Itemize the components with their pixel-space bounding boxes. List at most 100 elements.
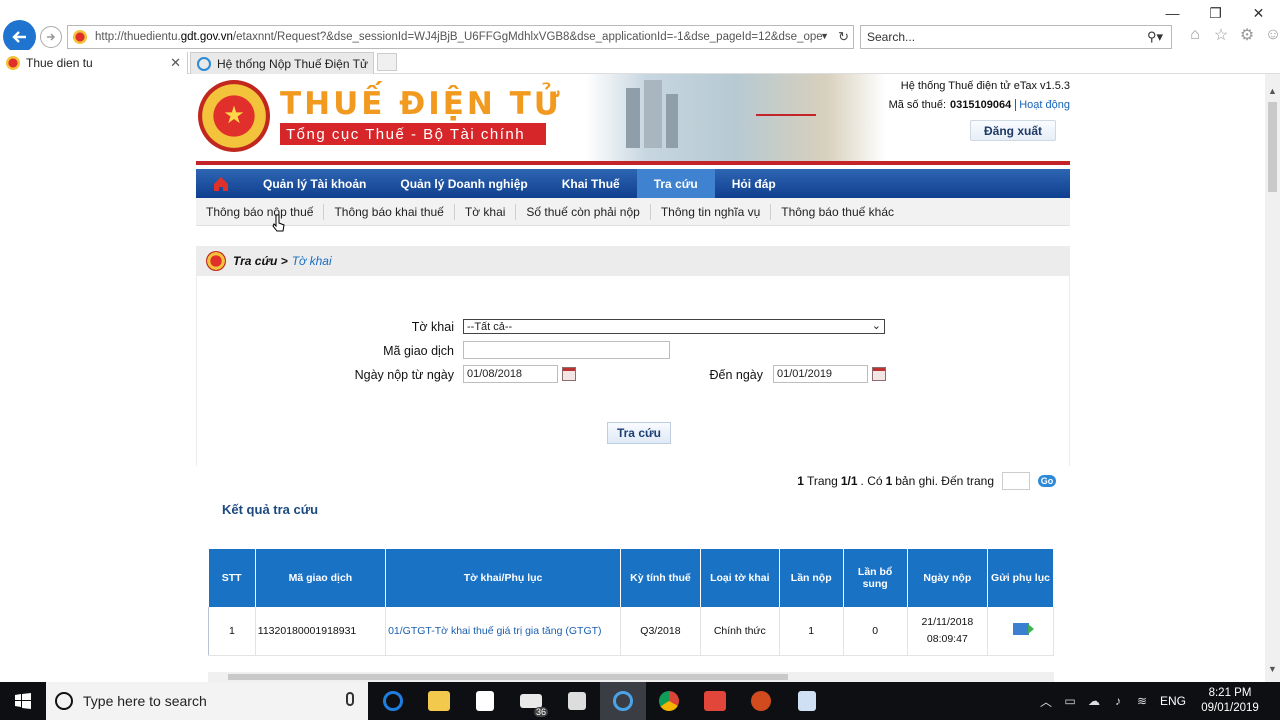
- tra-cuu-button[interactable]: Tra cứu: [607, 422, 671, 444]
- wifi-icon[interactable]: ≋: [1130, 694, 1154, 708]
- back-button[interactable]: [3, 20, 36, 53]
- pager: 1 Trang 1/1 . Có 1 bản ghi. Đến trang Go: [196, 466, 1070, 496]
- nav-quan-ly-doanh-nghiep[interactable]: Quản lý Doanh nghiệp: [383, 169, 544, 198]
- taskbar-search[interactable]: Type here to search: [46, 682, 368, 720]
- cell-gui-phu-luc[interactable]: [987, 607, 1054, 656]
- url-text[interactable]: http://thuedientu.gdt.gov.vn/etaxnnt/Req…: [95, 31, 823, 43]
- battery-icon[interactable]: ▭: [1058, 694, 1082, 708]
- chrome-app[interactable]: [646, 682, 692, 720]
- nav-tra-cuu[interactable]: Tra cứu: [636, 169, 715, 198]
- restore-icon[interactable]: ❐: [1194, 2, 1237, 24]
- file-explorer-app[interactable]: [416, 682, 462, 720]
- apps-app[interactable]: [554, 682, 600, 720]
- tu-ngay-label: Ngày nộp từ ngày: [354, 368, 454, 382]
- tab-thue-dien-tu[interactable]: Thue dien tu ✕: [0, 52, 188, 74]
- forward-button[interactable]: [40, 26, 62, 48]
- close-tab-icon[interactable]: ✕: [170, 55, 181, 71]
- microphone-icon[interactable]: [346, 692, 354, 706]
- subnav-thong-bao-thue-khac[interactable]: Thông báo thuế khác: [771, 204, 904, 220]
- home-icon[interactable]: ⌂: [1186, 26, 1204, 44]
- ma-giao-dich-label: Mã giao dịch: [383, 344, 454, 358]
- store-app[interactable]: [462, 682, 508, 720]
- windows-taskbar: Type here to search 36 ︿ ▭ ☁ ♪ ≋ ENG 8:2…: [0, 682, 1280, 720]
- subnav-to-khai[interactable]: Tờ khai: [455, 203, 517, 220]
- address-dropdown-icon[interactable]: ▼: [820, 31, 829, 41]
- cell-lan-bo-sung: 0: [843, 607, 908, 656]
- chrome-icon: [659, 691, 679, 711]
- tab-label: Hệ thống Nộp Thuế Điện Tử: [217, 56, 369, 71]
- tab-favicon-icon: [6, 56, 20, 70]
- table-horizontal-scrollbar[interactable]: [208, 672, 1054, 682]
- go-button[interactable]: Go: [1038, 475, 1056, 487]
- tax-app[interactable]: [738, 682, 784, 720]
- refresh-icon[interactable]: ↻: [838, 29, 849, 45]
- den-ngay-label: Đến ngày: [709, 368, 763, 382]
- start-button[interactable]: [0, 682, 46, 720]
- subnav-thong-tin-nghia-vu[interactable]: Thông tin nghĩa vụ: [651, 203, 772, 220]
- address-bar[interactable]: http://thuedientu.gdt.gov.vn/etaxnnt/Req…: [67, 25, 854, 49]
- internet-explorer-app[interactable]: [600, 682, 646, 720]
- page-number-input[interactable]: [1002, 472, 1030, 490]
- col-lan-bo-sung: Lần bổ sung: [843, 549, 908, 607]
- send-appendix-icon[interactable]: [1012, 623, 1034, 636]
- col-stt: STT: [208, 549, 256, 607]
- edge-icon: [383, 691, 403, 711]
- subnav-so-thue-con-phai-nop[interactable]: Số thuế còn phải nộp: [516, 203, 651, 220]
- scroll-thumb[interactable]: [1268, 102, 1277, 192]
- language-indicator[interactable]: ENG: [1160, 694, 1186, 708]
- subnav-thong-bao-khai-thue[interactable]: Thông báo khai thuế: [324, 203, 455, 220]
- calendar-icon[interactable]: [872, 367, 886, 381]
- browser-search-box[interactable]: Search... ⚲▾: [860, 25, 1172, 49]
- close-window-icon[interactable]: ✕: [1237, 2, 1280, 24]
- cell-ky-tinh-thue: Q3/2018: [620, 607, 701, 656]
- favorites-star-icon[interactable]: ☆: [1212, 26, 1230, 44]
- nav-hoi-dap[interactable]: Hỏi đáp: [715, 169, 793, 198]
- volume-icon[interactable]: ♪: [1106, 694, 1130, 708]
- minimize-icon[interactable]: —: [1151, 2, 1194, 24]
- scroll-up-icon[interactable]: ▲: [1268, 86, 1277, 96]
- chevron-up-icon[interactable]: ︿: [1034, 693, 1058, 710]
- camtasia-app[interactable]: [692, 682, 738, 720]
- feedback-smiley-icon[interactable]: ☺: [1264, 26, 1280, 44]
- cloud-icon[interactable]: ☁: [1082, 694, 1106, 708]
- internet-explorer-icon: [613, 691, 633, 711]
- den-ngay-input[interactable]: 01/01/2019: [773, 365, 868, 383]
- system-tray: ︿ ▭ ☁ ♪ ≋ ENG 8:21 PM 09/01/2019: [1034, 682, 1280, 720]
- search-form: Tờ khai --Tất cả-- ⌄ Mã giao dịch Ngày n…: [196, 276, 1070, 466]
- table-row: 1 11320180001918931 01/GTGT-Tờ khai thuế…: [208, 607, 1054, 656]
- search-icon[interactable]: ⚲▾: [1147, 29, 1163, 45]
- pager-page-of: 1/1: [840, 474, 858, 488]
- cell-to-khai-link[interactable]: 01/GTGT-Tờ khai thuế giá trị gia tăng (G…: [385, 607, 622, 656]
- breadcrumb-parent[interactable]: Tra cứu >: [233, 254, 288, 268]
- tab-he-thong-nop-thue[interactable]: Hệ thống Nộp Thuế Điện Tử: [190, 52, 374, 74]
- scroll-down-icon[interactable]: ▼: [1268, 664, 1277, 674]
- settings-gear-icon[interactable]: ⚙: [1238, 26, 1256, 44]
- col-ma-giao-dich: Mã giao dịch: [255, 549, 387, 607]
- col-gui-phu-luc: Gửi phụ lục: [987, 549, 1054, 607]
- to-khai-select[interactable]: --Tất cả-- ⌄: [463, 319, 885, 334]
- tu-ngay-input[interactable]: 01/08/2018: [463, 365, 558, 383]
- mail-app[interactable]: 36: [508, 682, 554, 720]
- calculator-app[interactable]: [784, 682, 830, 720]
- store-icon: [476, 691, 494, 711]
- cortana-icon: [55, 692, 73, 710]
- new-tab-button[interactable]: [377, 53, 397, 71]
- nav-quan-ly-tai-khoan[interactable]: Quản lý Tài khoản: [246, 169, 383, 198]
- tax-app-icon: [751, 691, 771, 711]
- arrow-right-icon: [47, 33, 56, 41]
- site-banner: ★ THUẾ ĐIỆN TỬ Tổng cục Thuế - Bộ Tài ch…: [196, 74, 1070, 166]
- ie-favicon-icon: [197, 56, 211, 71]
- grid-icon: [568, 692, 586, 710]
- ma-giao-dich-input[interactable]: [463, 341, 670, 359]
- page-viewport: ★ THUẾ ĐIỆN TỬ Tổng cục Thuế - Bộ Tài ch…: [0, 74, 1265, 682]
- clock[interactable]: 8:21 PM 09/01/2019: [1198, 686, 1262, 716]
- mail-icon: [520, 694, 542, 708]
- edge-app[interactable]: [370, 682, 416, 720]
- logout-button[interactable]: Đăng xuất: [970, 120, 1056, 141]
- nav-khai-thue[interactable]: Khai Thuế: [545, 169, 637, 198]
- calendar-icon[interactable]: [562, 367, 576, 381]
- subnav-thong-bao-nop-thue[interactable]: Thông báo nộp thuế: [196, 203, 325, 220]
- home-nav-button[interactable]: [196, 169, 246, 198]
- chevron-down-icon: ⌄: [871, 320, 881, 332]
- page-vertical-scrollbar[interactable]: ▲ ▼: [1265, 74, 1280, 682]
